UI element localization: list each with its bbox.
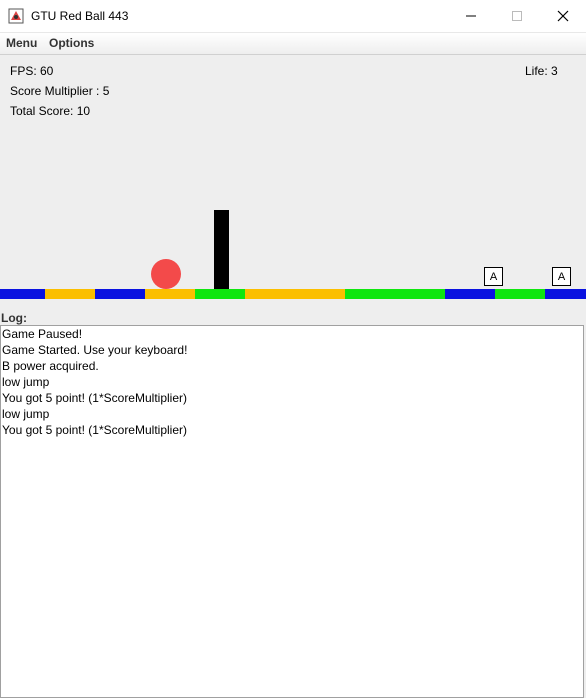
ground-segment [395,289,445,299]
ground-segment [545,289,586,299]
life-label: Life: 3 [525,64,558,78]
title-bar: GTU Red Ball 443 [0,0,586,33]
app-icon [8,8,24,24]
log-line: low jump [2,407,50,421]
powerup-box: A [484,267,503,286]
ground-segment [445,289,495,299]
log-line: You got 5 point! (1*ScoreMultiplier) [2,391,187,405]
score-multiplier-label: Score Multiplier : 5 [10,84,110,98]
minimize-button[interactable] [448,0,494,32]
ground-segment [295,289,345,299]
ground-track [0,289,586,299]
obstacle-pillar [214,210,229,289]
menu-item-options[interactable]: Options [49,36,94,50]
maximize-button[interactable] [494,0,540,32]
close-button[interactable] [540,0,586,32]
ground-segment [45,289,95,299]
red-ball [151,259,181,289]
log-label: Log: [1,311,27,325]
menu-item-menu[interactable]: Menu [6,36,37,50]
game-canvas[interactable]: FPS: 60 Score Multiplier : 5 Total Score… [0,55,586,300]
menu-bar: Menu Options [0,33,586,55]
ground-segment [245,289,295,299]
ground-segment [145,289,195,299]
log-line: Game Paused! [2,327,83,341]
log-line: low jump [2,375,50,389]
log-panel: Log: Game Paused! Game Started. Use your… [0,300,586,698]
powerup-box: A [552,267,571,286]
log-text-area[interactable]: Game Paused! Game Started. Use your keyb… [0,325,584,698]
total-score-label: Total Score: 10 [10,104,91,118]
log-line: You got 5 point! (1*ScoreMultiplier) [2,423,187,437]
window-title: GTU Red Ball 443 [31,9,129,23]
fps-label: FPS: 60 [10,64,54,78]
ground-segment [195,289,245,299]
log-line: Game Started. Use your keyboard! [2,343,188,357]
ground-segment [95,289,145,299]
ground-segment [495,289,545,299]
ground-segment [0,289,45,299]
log-line: B power acquired. [2,359,99,373]
ground-segment [345,289,395,299]
